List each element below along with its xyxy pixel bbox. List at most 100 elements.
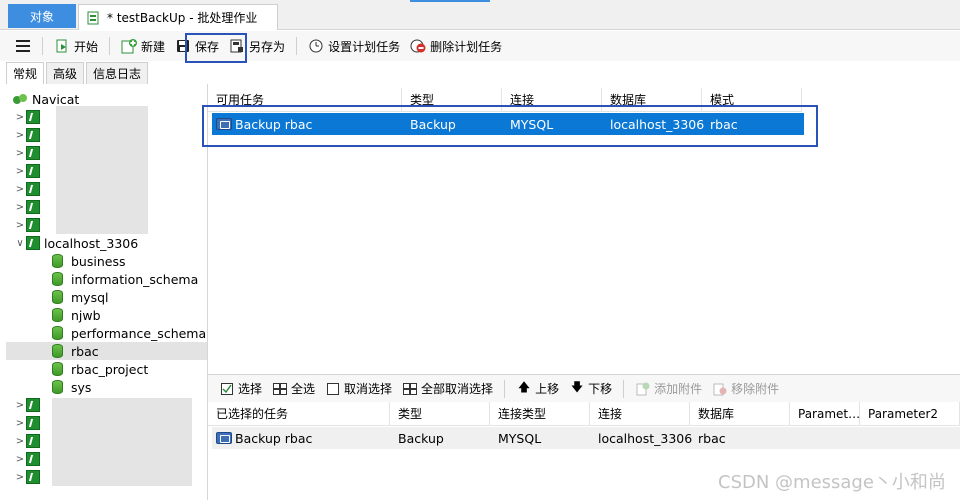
db-label: performance_schema <box>71 325 207 341</box>
database-icon <box>52 272 63 286</box>
tree-connection-localhost[interactable]: ∨ localhost_3306 <box>14 234 138 252</box>
database-icon <box>52 344 63 358</box>
tree-connection[interactable]: > <box>14 108 44 126</box>
db-label: njwb <box>71 307 101 323</box>
move-down-button[interactable]: 🡇 下移 <box>564 380 617 397</box>
cell-database: rbac <box>698 430 726 446</box>
col-header-connection-type[interactable]: 连接类型 <box>490 402 590 426</box>
db-label: mysql <box>71 289 109 305</box>
tree-connection[interactable]: > <box>14 162 44 180</box>
database-icon <box>52 254 63 268</box>
clock-icon <box>308 38 324 54</box>
toolbar-divider <box>109 37 111 55</box>
menu-button[interactable] <box>10 33 36 59</box>
database-icon <box>52 380 63 394</box>
move-up-label: 上移 <box>535 382 560 396</box>
tree-db-rbac[interactable]: rbac <box>6 342 207 360</box>
arrow-up-icon: 🡅 <box>517 380 531 394</box>
col-header-parameter2[interactable]: Parameter2 <box>860 402 960 426</box>
select-all-icon <box>272 381 288 397</box>
start-button[interactable]: 开始 <box>49 33 103 59</box>
tree-db-rbac-project[interactable]: rbac_project <box>52 360 148 378</box>
select-button[interactable]: 选择 <box>214 380 267 397</box>
tree-connection[interactable]: > <box>14 414 44 432</box>
task-highlight-box <box>202 105 818 147</box>
tree-db-performance-schema[interactable]: performance_schema <box>52 324 206 342</box>
delete-schedule-label: 删除计划任务 <box>430 39 503 54</box>
tree-db-sys[interactable]: sys <box>52 378 91 396</box>
mysql-connection-icon <box>26 164 40 178</box>
chevron-right-icon: > <box>15 165 25 177</box>
chevron-right-icon: > <box>15 435 25 447</box>
deselect-all-button[interactable]: 全部取消选择 <box>397 380 498 397</box>
toolbar-divider <box>296 37 298 55</box>
chevron-right-icon: > <box>15 201 25 213</box>
delete-schedule-icon <box>410 38 426 54</box>
tree-connection[interactable]: > <box>14 468 44 486</box>
mysql-connection-icon <box>26 200 40 214</box>
tab-info-log[interactable]: 信息日志 <box>86 62 149 84</box>
move-down-label: 下移 <box>588 382 613 396</box>
deselect-all-icon <box>402 381 418 397</box>
chevron-right-icon: > <box>15 453 25 465</box>
tree-connection[interactable]: > <box>14 396 44 414</box>
db-label: sys <box>71 379 92 395</box>
col-header-database[interactable]: 数据库 <box>690 402 790 426</box>
deselect-button[interactable]: 取消选择 <box>320 380 397 397</box>
tree-db-information-schema[interactable]: information_schema <box>52 270 198 288</box>
task-name: Backup rbac <box>235 430 313 446</box>
tab-objects[interactable]: 对象 <box>8 4 76 28</box>
tree-connection[interactable]: > <box>14 180 44 198</box>
connection-tree[interactable]: Navicat > > > > > > > ∨ localhost_3306 b… <box>6 84 208 500</box>
blurred-region <box>56 106 148 234</box>
tree-connection[interactable]: > <box>14 144 44 162</box>
tree-connection[interactable]: > <box>14 450 44 468</box>
tree-db-business[interactable]: business <box>52 252 125 270</box>
tree-connection[interactable]: > <box>14 432 44 450</box>
mysql-connection-icon <box>26 128 40 142</box>
chevron-right-icon: > <box>15 417 25 429</box>
move-up-button[interactable]: 🡅 上移 <box>511 380 564 397</box>
mysql-connection-icon <box>26 398 40 412</box>
tab-batch-job[interactable]: * testBackUp - 批处理作业 <box>78 4 278 30</box>
tree-db-njwb[interactable]: njwb <box>52 306 101 324</box>
add-attachment-button[interactable]: 添加附件 <box>630 380 707 397</box>
tree-connection[interactable]: > <box>14 198 44 216</box>
toolbar-divider <box>623 379 625 398</box>
col-header-connection[interactable]: 连接 <box>590 402 690 426</box>
new-button[interactable]: 新建 <box>116 33 170 59</box>
cell-connection-type: MYSQL <box>498 430 542 446</box>
set-schedule-label: 设置计划任务 <box>328 39 401 54</box>
add-attachment-label: 添加附件 <box>654 382 703 396</box>
chevron-right-icon: > <box>15 129 25 141</box>
col-header-type[interactable]: 类型 <box>390 402 490 426</box>
deselect-icon <box>325 381 341 397</box>
tab-advanced[interactable]: 高级 <box>46 62 85 84</box>
toolbar-divider <box>42 37 43 55</box>
tree-db-mysql[interactable]: mysql <box>52 288 109 306</box>
col-header-parameter1[interactable]: Paramet… <box>790 402 860 426</box>
cell-task: Backup rbac <box>216 427 312 449</box>
save-highlight-box <box>185 33 247 63</box>
select-all-button[interactable]: 全选 <box>267 380 320 397</box>
tree-connection[interactable]: > <box>14 216 44 234</box>
tab-indicator <box>410 0 490 2</box>
cell-connection: localhost_3306 <box>598 430 693 446</box>
checkbox-icon <box>219 381 235 397</box>
start-icon <box>54 38 70 54</box>
tab-general[interactable]: 常规 <box>6 62 45 84</box>
select-all-label: 全选 <box>291 382 316 396</box>
table-row[interactable]: Backup rbac Backup MYSQL localhost_3306 … <box>212 427 960 449</box>
set-schedule-button[interactable]: 设置计划任务 <box>303 33 405 59</box>
database-icon <box>52 326 63 340</box>
mysql-connection-icon <box>26 452 40 466</box>
chevron-right-icon: > <box>15 147 25 159</box>
col-header-selected-task[interactable]: 已选择的任务 <box>208 402 390 426</box>
remove-attachment-icon <box>712 381 728 397</box>
db-label: information_schema <box>71 271 199 287</box>
tree-connection[interactable]: > <box>14 126 44 144</box>
mysql-connection-icon <box>26 434 40 448</box>
remove-attachment-button[interactable]: 移除附件 <box>707 380 784 397</box>
cell-type: Backup <box>398 430 444 446</box>
delete-schedule-button[interactable]: 删除计划任务 <box>405 33 507 59</box>
